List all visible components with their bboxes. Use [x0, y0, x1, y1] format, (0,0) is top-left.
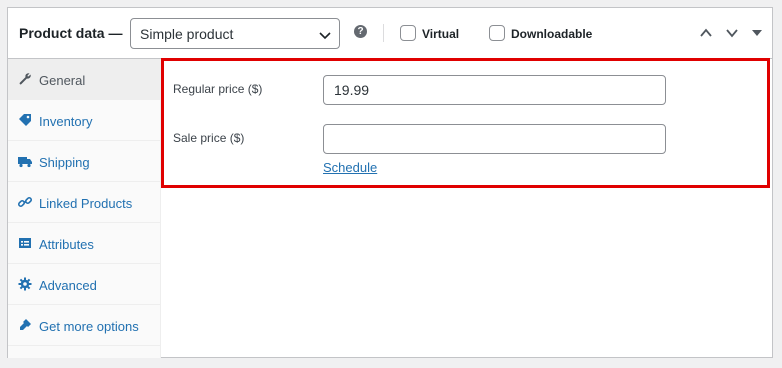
product-data-panel: Product data — Simple product ? Virtual …: [7, 7, 773, 358]
virtual-checkbox[interactable]: [400, 25, 416, 41]
tab-get-more-options[interactable]: Get more options: [8, 305, 161, 346]
virtual-label[interactable]: Virtual: [422, 27, 459, 41]
wrench-icon: [19, 73, 31, 85]
plugin-icon: [20, 319, 31, 330]
downloadable-checkbox[interactable]: [489, 25, 505, 41]
downloadable-label[interactable]: Downloadable: [511, 27, 592, 41]
panel-title: Product data —: [19, 25, 123, 41]
regular-price-label: Regular price ($): [173, 82, 263, 96]
gear-icon: [18, 277, 32, 291]
link-icon: [18, 196, 32, 208]
tag-icon: [19, 114, 31, 126]
tab-general-label: General: [39, 73, 86, 88]
schedule-link[interactable]: Schedule: [323, 160, 377, 175]
tab-advanced-label: Advanced: [39, 278, 97, 293]
tab-advanced[interactable]: Advanced: [8, 264, 161, 305]
tab-attributes[interactable]: Attributes: [8, 223, 161, 264]
tab-linked-products-label: Linked Products: [39, 196, 133, 211]
list-icon: [19, 238, 31, 248]
product-data-header: Product data — Simple product ? Virtual …: [8, 8, 772, 59]
tab-inventory-label: Inventory: [39, 114, 93, 129]
help-icon[interactable]: ?: [354, 25, 367, 38]
regular-price-input[interactable]: [323, 75, 666, 105]
move-down-icon[interactable]: [725, 26, 739, 40]
sale-price-label: Sale price ($): [173, 131, 245, 145]
tab-get-more-options-label: Get more options: [39, 319, 139, 334]
tab-shipping-label: Shipping: [39, 155, 90, 170]
chevron-down-icon: [319, 32, 331, 40]
product-data-tabs: General Inventory Shipping Linked Produc…: [8, 59, 161, 358]
tab-linked-products[interactable]: Linked Products: [8, 182, 161, 223]
move-up-icon[interactable]: [699, 26, 713, 40]
truck-icon: [18, 157, 32, 168]
product-type-value: Simple product: [140, 26, 234, 42]
tab-attributes-label: Attributes: [39, 237, 94, 252]
toggle-panel-icon[interactable]: [750, 26, 764, 40]
sale-price-input[interactable]: [323, 124, 666, 154]
tab-general[interactable]: General: [8, 59, 161, 100]
tab-inventory[interactable]: Inventory: [8, 100, 161, 141]
header-divider: [383, 24, 384, 42]
product-type-select[interactable]: Simple product: [130, 18, 340, 49]
tab-shipping[interactable]: Shipping: [8, 141, 161, 182]
